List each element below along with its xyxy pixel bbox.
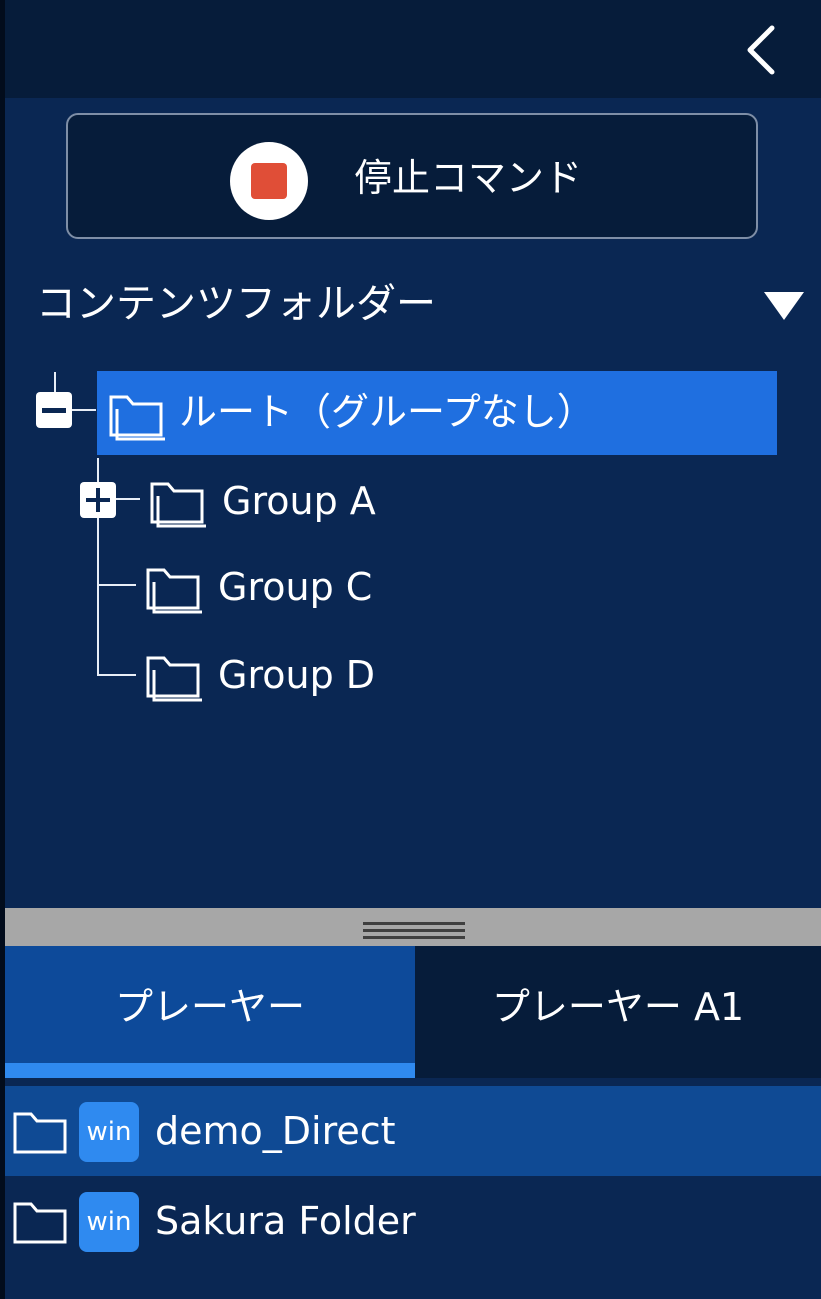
tree-connector <box>54 372 56 394</box>
minus-icon <box>42 408 66 413</box>
tree-connector <box>116 498 140 500</box>
chevron-left-icon <box>747 25 775 75</box>
player-row-sakura-folder[interactable]: win Sakura Folder <box>5 1176 821 1266</box>
folder-icon <box>13 1112 67 1154</box>
tab-player[interactable]: プレーヤー <box>5 946 415 1078</box>
tree-node-group-d[interactable]: Group D <box>136 640 436 710</box>
tree-connector <box>98 674 136 676</box>
folder-icon <box>13 1202 67 1244</box>
active-tab-indicator <box>5 1063 415 1078</box>
stop-square <box>251 163 287 199</box>
tree-node-group-c[interactable]: Group C <box>136 552 436 622</box>
stop-command-button[interactable]: 停止コマンド <box>66 113 758 239</box>
folder-icon <box>109 395 165 441</box>
expand-toggle[interactable] <box>80 482 116 518</box>
content-folder-title: コンテンツフォルダー <box>36 281 436 327</box>
win-badge: win <box>79 1102 139 1162</box>
tree-node-label: Group C <box>218 565 373 609</box>
grip-line <box>363 936 465 939</box>
triangle-down-icon <box>764 292 804 320</box>
player-name: demo_Direct <box>155 1109 396 1153</box>
tab-label: プレーヤー <box>114 985 305 1029</box>
win-badge: win <box>79 1192 139 1252</box>
tab-label: プレーヤー A1 <box>491 985 745 1029</box>
tree-connector <box>72 409 96 411</box>
grip-line <box>363 929 465 932</box>
tree-node-label: Group A <box>222 479 376 523</box>
content-folder-toggle[interactable] <box>762 288 806 324</box>
panel-splitter[interactable] <box>5 908 821 946</box>
plus-icon <box>86 488 110 512</box>
player-row-demo-direct[interactable]: win demo_Direct <box>5 1086 821 1176</box>
folder-icon <box>146 568 202 614</box>
tree-node-label: ルート（グループなし） <box>179 390 595 434</box>
tree-node-label: Group D <box>218 653 376 697</box>
grip-line <box>363 922 465 925</box>
tab-player-a1[interactable]: プレーヤー A1 <box>415 946 821 1078</box>
stop-icon <box>230 142 308 220</box>
top-bar <box>5 0 821 98</box>
tree-connector <box>98 584 136 586</box>
back-button[interactable] <box>738 20 788 80</box>
stop-command-label: 停止コマンド <box>354 156 583 200</box>
player-name: Sakura Folder <box>155 1199 416 1243</box>
folder-icon <box>150 482 206 528</box>
tree-node-group-a[interactable]: Group A <box>140 466 440 536</box>
folder-icon <box>146 656 202 702</box>
collapse-toggle[interactable] <box>36 392 72 428</box>
tree-node-root[interactable]: ルート（グループなし） <box>97 371 777 455</box>
